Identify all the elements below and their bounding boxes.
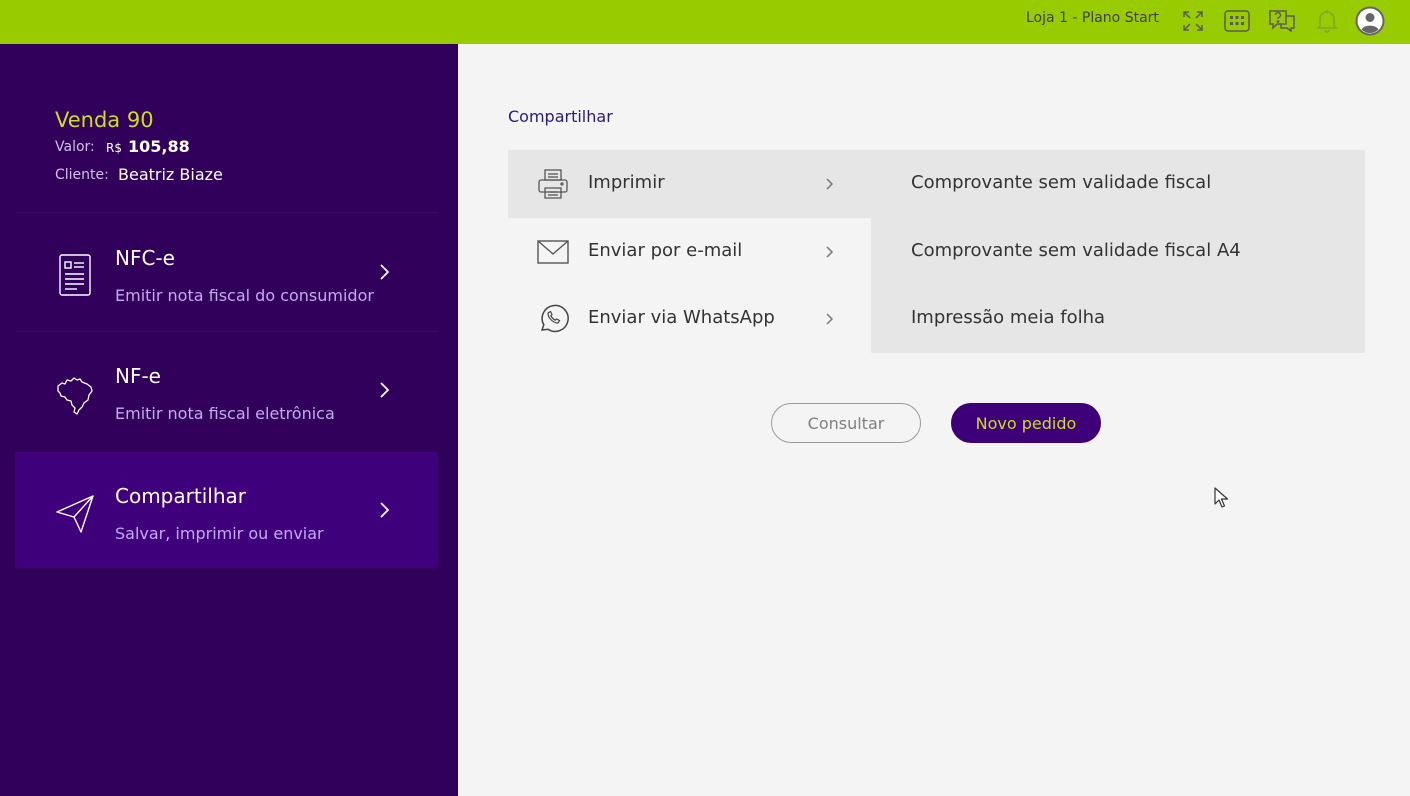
option-label: Enviar via WhatsApp	[588, 307, 775, 328]
sidebar-item-title: NFC-e	[115, 246, 175, 270]
sidebar-item-subtitle: Salvar, imprimir ou enviar	[115, 524, 324, 543]
whatsapp-icon	[540, 304, 569, 333]
option-label: Enviar por e-mail	[588, 240, 743, 261]
sidebar-item-title: Compartilhar	[115, 484, 246, 508]
print-option-comprovante-a4[interactable]: Comprovante sem validade fiscal A4	[911, 240, 1241, 261]
option-label: Imprimir	[588, 172, 665, 193]
chevron-right-icon	[380, 264, 390, 280]
customer-name: Beatriz Biaze	[118, 165, 223, 184]
printer-icon	[538, 169, 568, 199]
envelope-icon	[537, 240, 569, 264]
sidebar-item-subtitle: Emitir nota fiscal eletrônica	[115, 404, 335, 423]
bell-icon[interactable]	[1312, 6, 1342, 36]
apps-grid-icon[interactable]	[1222, 6, 1252, 36]
sale-title: Venda 90	[55, 108, 154, 132]
chevron-right-icon	[826, 246, 834, 258]
print-options-panel: Comprovante sem validade fiscal Comprova…	[871, 150, 1365, 353]
mouse-cursor-icon	[1214, 487, 1229, 508]
sidebar: Venda 90 Valor: R$ 105,88 Cliente: Beatr…	[0, 44, 458, 796]
sale-value: 105,88	[128, 137, 190, 156]
option-enviar-whatsapp[interactable]: Enviar via WhatsApp	[508, 285, 871, 353]
send-icon	[56, 495, 94, 533]
option-imprimir[interactable]: Imprimir	[508, 150, 871, 218]
chevron-right-icon	[826, 313, 834, 325]
consultar-button[interactable]: Consultar	[771, 403, 921, 443]
sidebar-item-compartilhar[interactable]: Compartilhar Salvar, imprimir ou enviar	[15, 452, 438, 568]
chevron-right-icon	[826, 178, 834, 190]
store-plan-label[interactable]: Loja 1 - Plano Start	[1026, 10, 1159, 26]
sidebar-item-nfe[interactable]: NF-e Emitir nota fiscal eletrônica	[15, 332, 438, 448]
valor-label: Valor:	[55, 139, 95, 155]
fullscreen-icon[interactable]	[1178, 6, 1208, 36]
cliente-label: Cliente:	[55, 167, 109, 183]
sidebar-item-nfce[interactable]: NFC-e Emitir nota fiscal do consumidor	[15, 214, 438, 330]
user-avatar-icon[interactable]	[1355, 6, 1385, 36]
print-option-comprovante[interactable]: Comprovante sem validade fiscal	[911, 172, 1211, 193]
print-option-meia-folha[interactable]: Impressão meia folha	[911, 307, 1105, 328]
novo-pedido-button[interactable]: Novo pedido	[951, 403, 1101, 443]
currency-symbol: R$	[106, 141, 122, 155]
divider	[15, 212, 438, 213]
sidebar-item-subtitle: Emitir nota fiscal do consumidor	[115, 286, 374, 305]
option-enviar-email[interactable]: Enviar por e-mail	[508, 218, 871, 286]
chevron-right-icon	[380, 382, 390, 398]
receipt-icon	[59, 254, 91, 296]
sidebar-item-title: NF-e	[115, 364, 161, 388]
chevron-right-icon	[380, 502, 390, 518]
top-bar: Loja 1 - Plano Start	[0, 0, 1410, 44]
help-chat-icon[interactable]	[1267, 6, 1297, 36]
breadcrumb: Compartilhar	[508, 107, 613, 126]
share-options-list: Imprimir Enviar por e-mail Enviar via Wh…	[508, 150, 871, 353]
brazil-map-icon	[57, 377, 93, 415]
